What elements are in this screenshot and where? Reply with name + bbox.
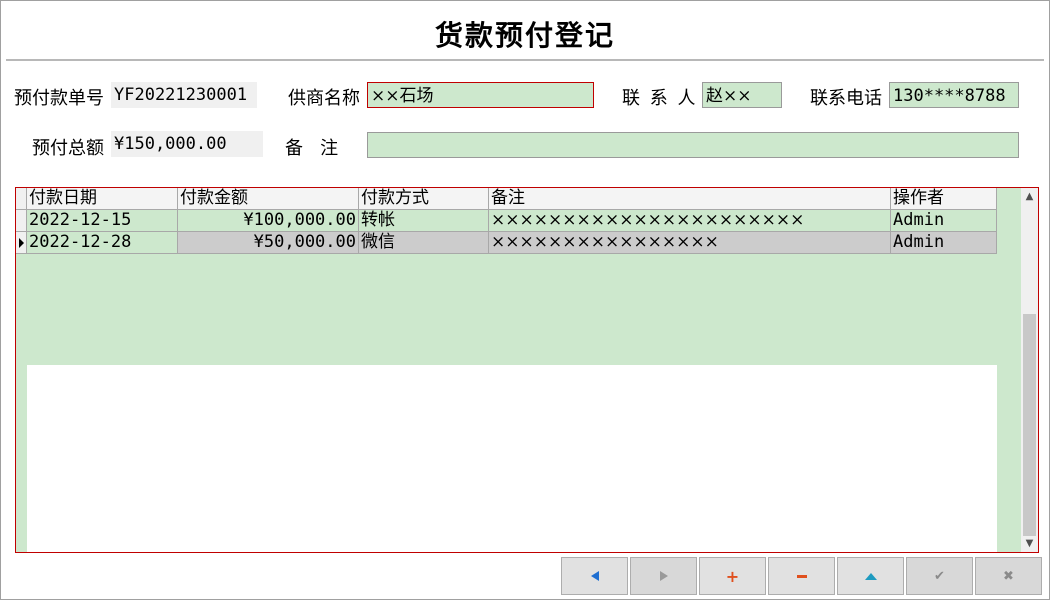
title-divider	[6, 59, 1044, 61]
header-indicator	[16, 188, 27, 210]
contact-label: 联 系 人	[622, 88, 696, 109]
order-no-field[interactable]: YF20221230001	[111, 82, 257, 108]
contact-field[interactable]: 赵××	[702, 82, 782, 108]
phone-field[interactable]: 130****8788	[889, 82, 1019, 108]
up-arrow-icon[interactable]: ▲	[1021, 188, 1038, 205]
cell-operator[interactable]: Admin	[891, 210, 997, 232]
payment-grid[interactable]: 付款日期 付款金额 付款方式 备注 操作者 2022-12-15 ¥100,00…	[15, 187, 1039, 553]
current-row-arrow-icon	[19, 238, 24, 248]
remark-label: 备 注	[285, 138, 339, 159]
cell-operator[interactable]: Admin	[891, 232, 997, 254]
next-record-button[interactable]	[630, 557, 697, 595]
scrollbar-thumb[interactable]	[1023, 314, 1036, 536]
phone-label: 联系电话	[810, 88, 882, 109]
cell-amount[interactable]: ¥100,000.00	[178, 210, 359, 232]
down-arrow-icon[interactable]: ▼	[1021, 535, 1038, 552]
triangle-right-icon	[659, 571, 668, 581]
cell-note[interactable]: ××××××××××××××××××××××	[489, 210, 891, 232]
page-title: 货款预付登记	[434, 19, 615, 52]
order-no-label: 预付款单号	[14, 88, 104, 109]
triangle-left-icon	[590, 571, 599, 581]
delete-button[interactable]	[768, 557, 835, 595]
grid-empty-area	[27, 365, 997, 552]
cell-amount[interactable]: ¥50,000.00	[178, 232, 359, 254]
first-record-button[interactable]	[837, 557, 904, 595]
cancel-button[interactable]: ✖	[975, 557, 1042, 595]
cell-method[interactable]: 微信	[359, 232, 489, 254]
cell-date[interactable]: 2022-12-15	[27, 210, 178, 232]
remark-field[interactable]	[367, 132, 1019, 158]
supplier-field[interactable]: ××石场	[367, 82, 594, 108]
cell-method[interactable]: 转帐	[359, 210, 489, 232]
col-header-operator[interactable]: 操作者	[891, 188, 997, 210]
row-indicator[interactable]	[16, 210, 27, 232]
cell-note[interactable]: ××××××××××××××××	[489, 232, 891, 254]
current-row-indicator[interactable]	[16, 232, 27, 254]
col-header-note[interactable]: 备注	[489, 188, 891, 210]
col-header-date[interactable]: 付款日期	[27, 188, 178, 210]
prev-record-button[interactable]	[561, 557, 628, 595]
supplier-label: 供商名称	[288, 88, 360, 109]
col-header-method[interactable]: 付款方式	[359, 188, 489, 210]
total-label: 预付总额	[32, 138, 104, 159]
cell-date[interactable]: 2022-12-28	[27, 232, 178, 254]
total-field[interactable]: ¥150,000.00	[111, 131, 263, 157]
check-icon: ✔	[934, 568, 945, 584]
plus-icon: +	[725, 566, 740, 586]
col-header-amount[interactable]: 付款金额	[178, 188, 359, 210]
add-button[interactable]: +	[699, 557, 766, 595]
x-icon: ✖	[1003, 568, 1014, 584]
triangle-up-icon	[864, 572, 877, 580]
grid-vertical-scrollbar[interactable]: ▲ ▼	[1021, 188, 1038, 552]
minus-icon	[796, 574, 807, 578]
save-button[interactable]: ✔	[906, 557, 973, 595]
